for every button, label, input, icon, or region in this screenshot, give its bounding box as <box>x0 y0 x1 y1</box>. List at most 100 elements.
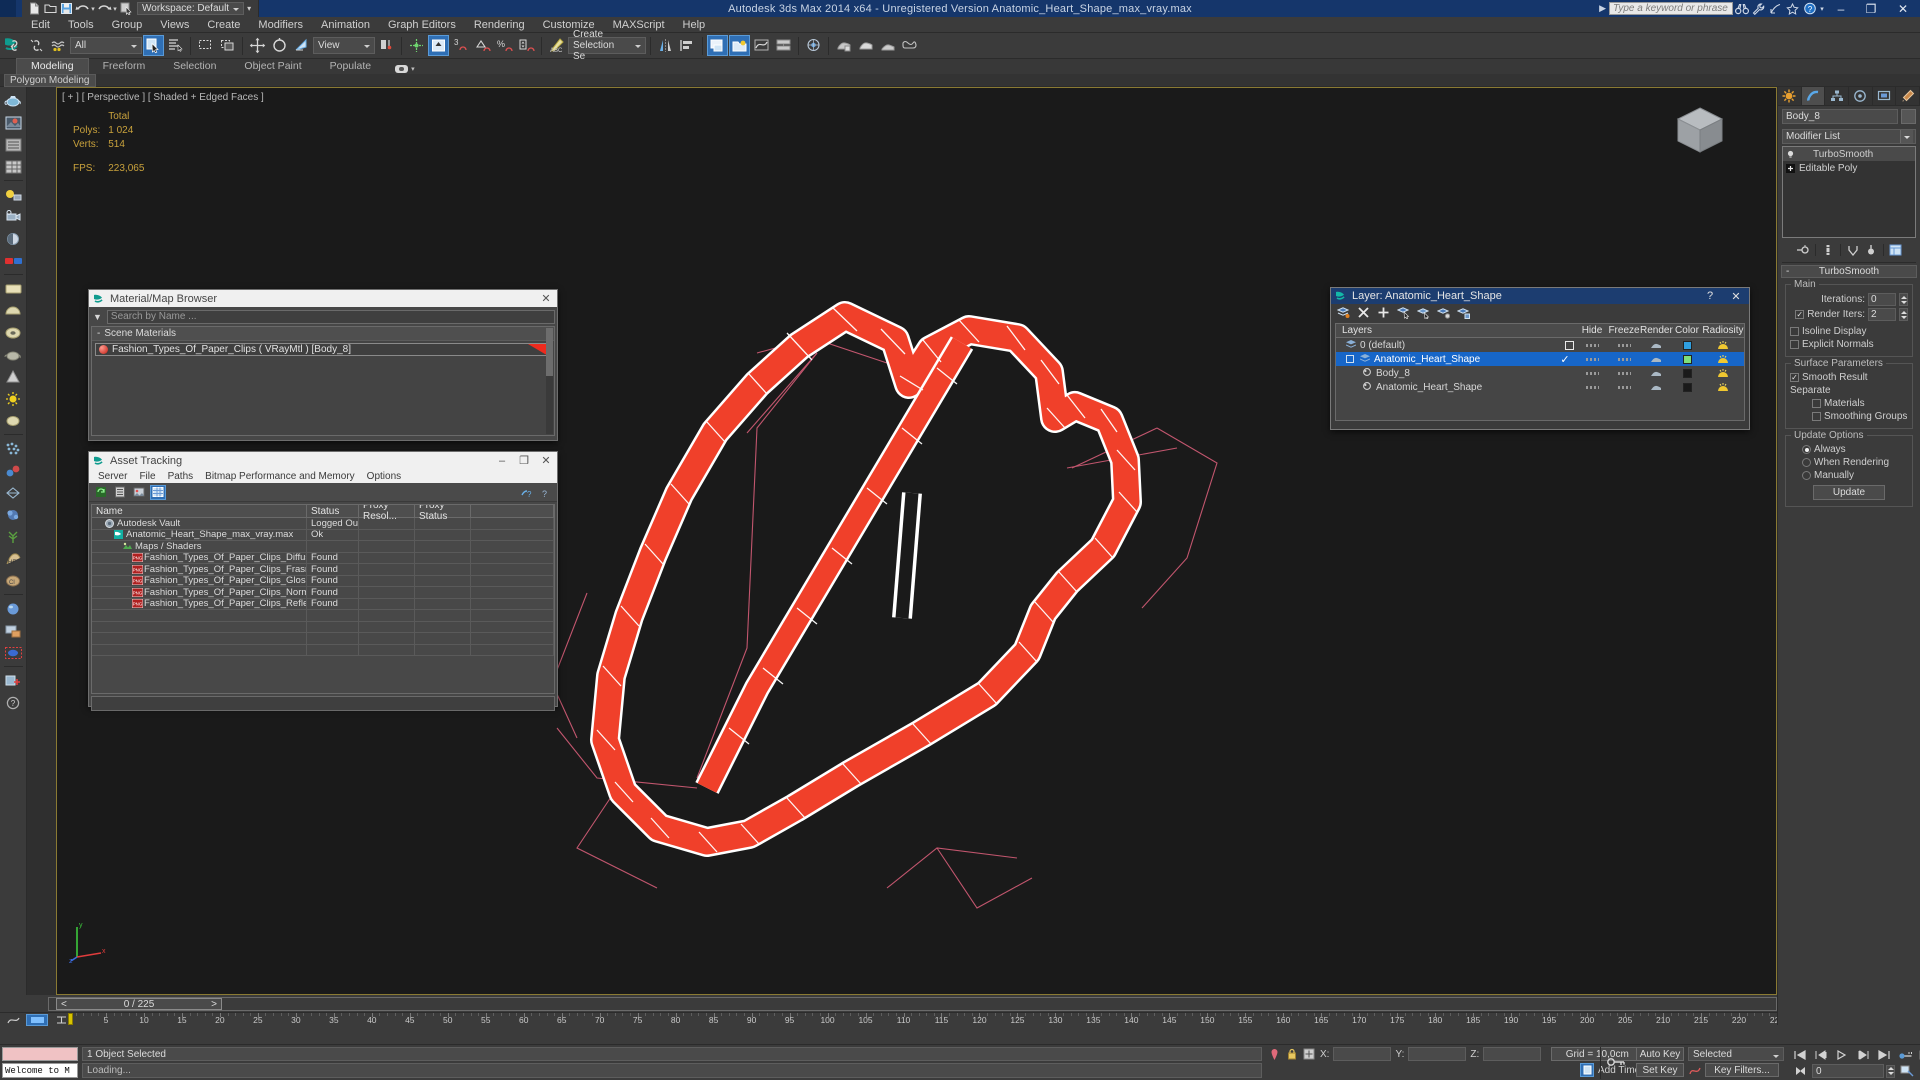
layer-name-cell[interactable]: Anatomic_Heart_Shape <box>1336 381 1554 394</box>
material-browser-search-row[interactable]: ▼ Search by Name ... <box>91 309 555 324</box>
ribbon-subtab-strip[interactable]: Polygon Modeling <box>0 74 1920 86</box>
time-slider[interactable]: < 0 / 225 > <box>48 997 1777 1011</box>
asset-tracking-window-buttons[interactable]: – ❐ ✕ <box>491 452 557 469</box>
playback-controls[interactable] <box>1790 1047 1920 1063</box>
asset-menu-bitmap-performance[interactable]: Bitmap Performance and Memory <box>199 471 361 482</box>
redo-icon[interactable] <box>96 1 112 16</box>
update-button[interactable]: Update <box>1813 485 1885 500</box>
expand-plus-icon[interactable] <box>1786 164 1795 173</box>
maxscript-mini-listener-input[interactable] <box>2 1047 78 1061</box>
layer-freeze-cell[interactable] <box>1608 358 1640 361</box>
help-icon[interactable]: ? <box>1801 1 1818 16</box>
tab-create[interactable] <box>1778 87 1802 105</box>
key-filter-set-combo[interactable]: Selected <box>1688 1047 1784 1061</box>
layer-color-swatch[interactable] <box>1683 341 1692 350</box>
key-step-icon[interactable] <box>1790 1063 1810 1079</box>
menu-item-modifiers[interactable]: Modifiers <box>249 17 312 33</box>
named-selection-set-combo[interactable]: Create Selection Se <box>568 37 646 54</box>
material-browser-search-input[interactable]: Search by Name ... <box>107 310 555 324</box>
align-icon[interactable] <box>677 35 698 56</box>
window-close-button[interactable]: ✕ <box>1886 0 1920 17</box>
percent-snap-toggle-icon[interactable]: % <box>494 35 515 56</box>
table-row[interactable]: Anatomic_Heart_Shape_max_vray.maxOk <box>92 530 554 542</box>
tab-motion[interactable] <box>1849 87 1873 105</box>
main-toolbar[interactable]: All View 3 % ABC Creat <box>0 33 1920 59</box>
reference-coordinate-system-combo[interactable]: View <box>313 37 375 54</box>
table-row[interactable]: PNGFashion_Types_Of_Paper_Clips_Normal.p… <box>92 587 554 599</box>
curve-editor-icon[interactable] <box>751 35 772 56</box>
object-color-swatch[interactable] <box>1901 109 1916 124</box>
layer-column-header-render[interactable]: Render <box>1640 325 1672 336</box>
smooth-result-row[interactable]: ✓ Smooth Result <box>1790 372 1908 383</box>
x-coordinate-field[interactable] <box>1333 1047 1391 1061</box>
key-mode-toggle-icon[interactable] <box>1605 1053 1627 1071</box>
ribbon-tab-selection[interactable]: Selection <box>159 59 230 74</box>
layer-color-swatch[interactable] <box>1683 355 1692 364</box>
layer-expand-box-icon[interactable] <box>1346 355 1354 363</box>
asset-name-cell[interactable]: PNGFashion_Types_Of_Paper_Clips_Frasnel.… <box>92 564 307 575</box>
selection-filter-combo[interactable]: All <box>70 37 142 54</box>
layer-color-cell[interactable] <box>1672 355 1702 364</box>
angle-snap-toggle-icon[interactable] <box>472 35 493 56</box>
ribbon-minimize-arrow-icon[interactable]: ▾ <box>411 65 415 73</box>
asset-tracking-close-button[interactable]: ✕ <box>535 452 557 469</box>
asset-name-cell[interactable]: Maps / Shaders <box>92 541 307 552</box>
absolute-relative-transform-icon[interactable] <box>1302 1047 1316 1061</box>
menu-item-rendering[interactable]: Rendering <box>465 17 534 33</box>
maxscript-mini-listener-output[interactable]: Welcome to M <box>2 1063 78 1078</box>
menu-item-graph-editors[interactable]: Graph Editors <box>379 17 465 33</box>
menu-item-create[interactable]: Create <box>198 17 249 33</box>
help-circle-icon[interactable]: ? <box>2 692 25 713</box>
material-editor-icon[interactable] <box>803 35 824 56</box>
layer-color-cell[interactable] <box>1672 383 1702 392</box>
menu-item-animation[interactable]: Animation <box>312 17 379 33</box>
select-and-move-icon[interactable] <box>247 35 268 56</box>
layer-radiosity-cell[interactable] <box>1702 368 1744 379</box>
teapot-primitive-icon[interactable] <box>2 344 25 365</box>
current-frame-field[interactable]: 0 <box>1812 1064 1884 1078</box>
layer-column-header-freeze[interactable]: Freeze <box>1608 325 1640 336</box>
go-to-end-icon[interactable] <box>1874 1047 1894 1063</box>
layer-color-swatch[interactable] <box>1683 369 1692 378</box>
table-row[interactable]: PNGFashion_Types_Of_Paper_Clips_Frasnel.… <box>92 564 554 576</box>
asset-name-cell[interactable]: PNGFashion_Types_Of_Paper_Clips_Reflecti… <box>92 599 307 610</box>
use-pivot-point-center-icon[interactable] <box>376 35 397 56</box>
track-view-toggle-icon[interactable] <box>26 1014 48 1026</box>
play-animation-icon[interactable] <box>1832 1047 1852 1063</box>
when-rendering-row[interactable]: When Rendering <box>1790 457 1908 468</box>
asset-tracking-title-bar[interactable]: Asset Tracking – ❐ ✕ <box>89 452 557 469</box>
layer-hide-cell[interactable] <box>1576 372 1608 375</box>
render-iters-spinner[interactable] <box>1899 308 1908 321</box>
group-collapse-icon[interactable]: - <box>97 328 100 339</box>
workspace-selector[interactable]: Workspace: Default <box>137 2 244 15</box>
new-file-icon[interactable] <box>26 1 42 16</box>
asset-menu-options[interactable]: Options <box>361 471 407 482</box>
time-slider-prev-arrow[interactable]: < <box>61 999 67 1010</box>
help-question-icon[interactable]: ? <box>518 485 534 500</box>
rollout-header[interactable]: - TurboSmooth <box>1781 265 1917 278</box>
list-view-icon[interactable] <box>2 134 25 155</box>
layer-column-header-hide[interactable]: Hide <box>1576 325 1608 336</box>
column-header-name[interactable]: Name <box>92 505 307 517</box>
menu-bar[interactable]: Edit Tools Group Views Create Modifiers … <box>0 17 1920 33</box>
menu-item-group[interactable]: Group <box>103 17 152 33</box>
safe-frame-icon[interactable] <box>2 642 25 663</box>
binoculars-icon[interactable] <box>1733 1 1750 16</box>
select-and-manipulate-icon[interactable] <box>406 35 427 56</box>
subscription-icon[interactable] <box>1767 1 1784 16</box>
camera-icon[interactable] <box>2 206 25 227</box>
always-radio[interactable] <box>1802 445 1811 454</box>
material-browser-filter-arrow-icon[interactable]: ▼ <box>91 312 104 322</box>
pin-stack-icon[interactable] <box>1795 243 1811 257</box>
iterations-value[interactable]: 0 <box>1868 293 1896 306</box>
spinner-snap-toggle-icon[interactable] <box>516 35 537 56</box>
current-frame-spinner[interactable] <box>1886 1065 1895 1078</box>
help-secondary-icon[interactable]: ? <box>537 485 553 500</box>
select-and-scale-icon[interactable] <box>291 35 312 56</box>
materials-row[interactable]: Materials <box>1790 398 1908 409</box>
command-panel-tabs[interactable] <box>1778 87 1920 106</box>
layer-radiosity-cell[interactable] <box>1702 354 1744 365</box>
previous-frame-icon[interactable] <box>1811 1047 1831 1063</box>
window-minimize-button[interactable]: – <box>1826 0 1856 17</box>
cloth-icon[interactable]: Cl <box>2 570 25 591</box>
